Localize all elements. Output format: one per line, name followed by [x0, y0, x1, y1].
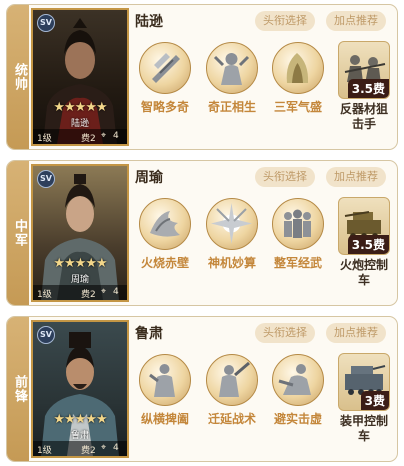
skill-slot-3[interactable]: 避实击虚: [266, 354, 330, 427]
charge-icon: [272, 354, 324, 406]
portrait-name: 鲁肃: [70, 431, 89, 441]
position-rail: 前锋: [7, 317, 29, 461]
portrait-info-bar: 1级 费2 ⌖ 4: [33, 441, 127, 456]
general-card-zhouyu: 中军 SV ★★★★★ 周瑜 1级 费2 ⌖ 4 周瑜 头衔选择 加点推荐 火烧…: [6, 160, 398, 306]
recommend-points-button[interactable]: 加点推荐: [326, 323, 386, 343]
skill-name: 迁延战术: [207, 412, 256, 426]
title-select-button[interactable]: 头衔选择: [255, 167, 315, 187]
cost-label: 费2: [81, 446, 96, 456]
recommend-points-button[interactable]: 加点推荐: [326, 167, 386, 187]
warrior-icon: [206, 354, 258, 406]
burst-icon: [206, 198, 258, 250]
banner-icon: [272, 42, 324, 94]
skill-slot-3[interactable]: 整军经武: [266, 198, 330, 271]
general-portrait[interactable]: SV ★★★★★ 陆逊 1级 费2 ⌖ 4: [31, 8, 129, 146]
sniper-squad-icon: 3.5费: [338, 41, 390, 99]
skill-slot-2[interactable]: 奇正相生: [200, 42, 264, 115]
portrait-info-bar: 1级 费2 ⌖ 4: [33, 129, 127, 144]
artillery-vehicle-icon: 3.5费: [338, 197, 390, 255]
equipment-cost: 3.5费: [347, 235, 389, 254]
season-badge: SV: [37, 14, 55, 32]
command-count: 4: [113, 443, 119, 453]
soldiers-icon: [272, 198, 324, 250]
command-icon: ⌖: [101, 287, 107, 297]
portrait-name: 周瑜: [70, 275, 89, 285]
season-badge: SV: [37, 326, 55, 344]
star-rating: ★★★★★: [53, 412, 107, 427]
equipment-name: 装甲控制车: [339, 414, 388, 443]
scroll-icon: [139, 42, 191, 94]
strategist-icon: [139, 354, 191, 406]
equipment-slot[interactable]: 3.5费 反器材狙击手: [335, 41, 393, 132]
skill-name: 三军气盛: [273, 100, 322, 114]
star-rating: ★★★★★: [53, 256, 107, 271]
portrait-name: 陆逊: [70, 119, 89, 129]
cost-label: 费2: [81, 290, 96, 300]
equipment-slot[interactable]: 3.5费 火炮控制车: [335, 197, 393, 288]
skill-name: 奇正相生: [207, 100, 256, 114]
equipment-slot[interactable]: 3费 装甲控制车: [335, 353, 393, 444]
general-portrait[interactable]: SV ★★★★★ 周瑜 1级 费2 ⌖ 4: [31, 164, 129, 302]
title-select-button[interactable]: 头衔选择: [255, 323, 315, 343]
skill-name: 神机妙算: [207, 256, 256, 270]
guardian-icon: [206, 42, 258, 94]
skill-slot-2[interactable]: 神机妙算: [200, 198, 264, 271]
skill-slot-1[interactable]: 纵横捭阖: [133, 354, 197, 427]
general-card-luxun: 统帅 SV ★★★★★ 陆逊 1级 费2 ⌖ 4 陆逊 头衔选择 加点推荐 智略…: [6, 4, 398, 150]
equipment-cost: 3.5费: [347, 79, 389, 98]
skill-name: 火烧赤壁: [140, 256, 189, 270]
command-count: 4: [113, 287, 119, 297]
star-rating: ★★★★★: [53, 100, 107, 115]
season-badge: SV: [37, 170, 55, 188]
equipment-cost: 3费: [360, 391, 389, 410]
equipment-name: 火炮控制车: [339, 258, 388, 287]
level-label: 1级: [37, 290, 52, 300]
skill-slot-1[interactable]: 智略多奇: [133, 42, 197, 115]
command-count: 4: [113, 131, 119, 141]
skill-slot-2[interactable]: 迁延战术: [200, 354, 264, 427]
skill-name: 纵横捭阖: [140, 412, 189, 426]
general-portrait[interactable]: SV ★★★★★ 鲁肃 1级 费2 ⌖ 4: [31, 320, 129, 458]
portrait-info-bar: 1级 费2 ⌖ 4: [33, 285, 127, 300]
position-label: 统帅: [12, 63, 27, 91]
position-label: 中军: [12, 219, 27, 247]
general-name: 鲁肃: [135, 326, 163, 342]
position-rail: 中军: [7, 161, 29, 305]
skill-name: 整军经武: [273, 256, 322, 270]
fire-icon: [139, 198, 191, 250]
level-label: 1级: [37, 134, 52, 144]
general-name: 周瑜: [135, 170, 163, 186]
general-name: 陆逊: [135, 14, 163, 30]
command-icon: ⌖: [101, 443, 107, 453]
general-card-lusu: 前锋 SV ★★★★★ 鲁肃 1级 费2 ⌖ 4 鲁肃 头衔选择 加点推荐 纵横…: [6, 316, 398, 462]
skill-slot-1[interactable]: 火烧赤壁: [133, 198, 197, 271]
skill-slot-3[interactable]: 三军气盛: [266, 42, 330, 115]
position-label: 前锋: [12, 375, 27, 403]
equipment-name: 反器材狙击手: [339, 102, 388, 131]
position-rail: 统帅: [7, 5, 29, 149]
skill-name: 避实击虚: [273, 412, 322, 426]
cost-label: 费2: [81, 134, 96, 144]
recommend-points-button[interactable]: 加点推荐: [326, 11, 386, 31]
skill-name: 智略多奇: [140, 100, 189, 114]
armored-vehicle-icon: 3费: [338, 353, 390, 411]
level-label: 1级: [37, 446, 52, 456]
title-select-button[interactable]: 头衔选择: [255, 11, 315, 31]
command-icon: ⌖: [101, 131, 107, 141]
